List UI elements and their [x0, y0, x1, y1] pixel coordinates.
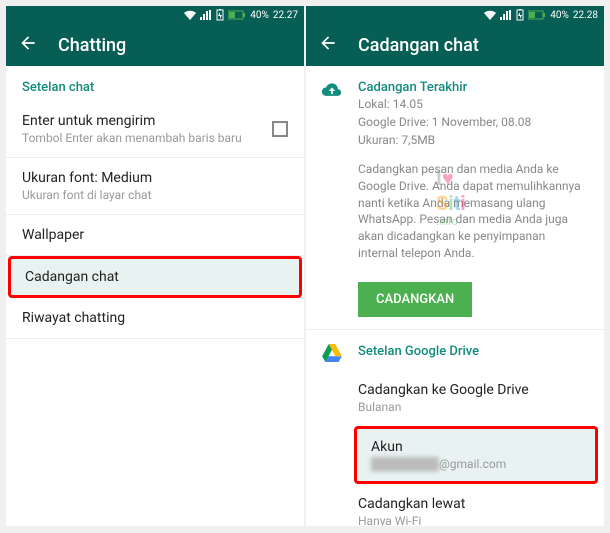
cloud-upload-icon: [322, 80, 342, 104]
backup-local: Lokal: 14.05: [358, 95, 588, 113]
last-backup-label: Cadangan Terakhir: [358, 80, 588, 95]
item-title: Cadangkan ke Google Drive: [358, 382, 588, 398]
drive-section-label: Setelan Google Drive: [358, 344, 588, 359]
battery-percent: 40%: [550, 10, 569, 21]
status-time: 22.27: [273, 10, 298, 21]
statusbar: 40% 22.27: [6, 6, 304, 24]
wifi-icon: [184, 10, 196, 20]
page-title: Chatting: [58, 35, 126, 56]
item-title: Ukuran font: Medium: [22, 170, 288, 186]
back-icon[interactable]: [18, 33, 38, 57]
item-subtitle: Ukuran font di layar chat: [22, 188, 288, 202]
item-title: Riwayat chatting: [22, 310, 288, 326]
item-title: Cadangkan lewat: [358, 496, 588, 512]
backup-button[interactable]: CADANGKAN: [358, 282, 472, 317]
battery-percent: 40%: [250, 10, 269, 21]
wifi-icon: [484, 10, 496, 20]
content: Setelan chat Enter untuk mengirim Tombol…: [6, 66, 304, 526]
battery-icon: [228, 10, 246, 20]
item-backup-frequency[interactable]: Cadangkan ke Google Drive Bulanan: [306, 370, 604, 426]
item-enter-send[interactable]: Enter untuk mengirim Tombol Enter akan m…: [6, 101, 304, 158]
page-title: Cadangan chat: [358, 35, 479, 56]
statusbar: 40% 22.28: [306, 6, 604, 24]
item-subtitle: Bulanan: [358, 400, 588, 414]
header: Cadangan chat: [306, 24, 604, 66]
phone-left: 40% 22.27 Chatting Setelan chat Enter un…: [6, 6, 304, 526]
item-chat-history[interactable]: Riwayat chatting: [6, 298, 304, 339]
header: Chatting: [6, 24, 304, 66]
battery-icon: [528, 10, 546, 20]
item-wallpaper[interactable]: Wallpaper: [6, 215, 304, 256]
phone-right: 40% 22.28 Cadangan chat Cadangan Terakhi…: [306, 6, 604, 526]
signal-icon: [200, 10, 212, 20]
status-time: 22.28: [573, 10, 598, 21]
item-title: Enter untuk mengirim: [22, 113, 288, 129]
item-title: Cadangan chat: [25, 269, 285, 285]
signal-icon: [500, 10, 512, 20]
item-backup-via[interactable]: Cadangkan lewat Hanya Wi-Fi: [306, 484, 604, 526]
drive-section-row: Setelan Google Drive: [306, 329, 604, 370]
item-subtitle: Hanya Wi-Fi: [358, 514, 588, 526]
backup-drive: Google Drive: 1 November, 08.08: [358, 113, 588, 131]
item-title: Wallpaper: [22, 227, 288, 243]
checkbox-icon[interactable]: [272, 121, 288, 137]
last-backup-row: Cadangan Terakhir Lokal: 14.05 Google Dr…: [306, 66, 604, 153]
item-backup-chat[interactable]: Cadangan chat: [8, 256, 302, 298]
item-account[interactable]: Akun ████████@gmail.com: [354, 426, 598, 484]
battery-charging-icon: [516, 9, 524, 21]
item-title: Akun: [371, 439, 581, 455]
battery-charging-icon: [216, 9, 224, 21]
item-font-size[interactable]: Ukuran font: Medium Ukuran font di layar…: [6, 158, 304, 215]
item-subtitle: Tombol Enter akan menambah baris baru: [22, 131, 288, 145]
backup-size: Ukuran: 7,5MB: [358, 131, 588, 149]
google-drive-icon: [322, 344, 342, 366]
section-label: Setelan chat: [6, 66, 304, 101]
back-icon[interactable]: [318, 33, 338, 57]
content: Cadangan Terakhir Lokal: 14.05 Google Dr…: [306, 66, 604, 526]
backup-description: Cadangkan pesan dan media Anda ke Google…: [306, 153, 604, 270]
item-subtitle: ████████@gmail.com: [371, 457, 581, 471]
